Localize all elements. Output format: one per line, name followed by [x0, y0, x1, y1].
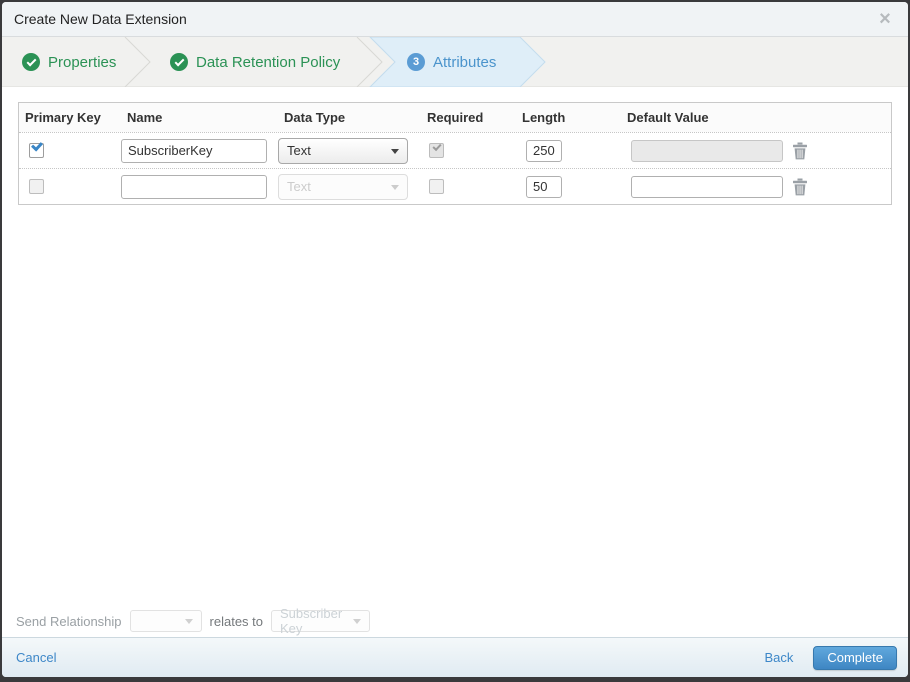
- header-required: Required: [427, 110, 484, 125]
- chevron-down-icon: [184, 619, 193, 624]
- required-checkbox[interactable]: [429, 179, 444, 194]
- checkbox-check-icon: [432, 141, 442, 152]
- primary-key-checkbox[interactable]: [29, 139, 44, 158]
- chevron-down-icon: [391, 148, 399, 154]
- data-type-select: Text: [278, 173, 408, 200]
- attributes-table-header: Primary Key Name Data Type Required Leng…: [19, 103, 891, 132]
- name-input[interactable]: [121, 174, 267, 199]
- step-number: 3: [412, 56, 420, 68]
- step-complete-check-icon: [170, 53, 188, 71]
- header-actions: [786, 103, 891, 132]
- close-icon[interactable]: ×: [874, 8, 896, 30]
- relates-to-field-select: Subscriber Key: [271, 606, 371, 636]
- dialog-titlebar: Create New Data Extension ×: [2, 2, 908, 37]
- relates-to-field-value: Subscriber Key: [280, 606, 343, 636]
- complete-button[interactable]: Complete: [813, 645, 897, 670]
- header-name: Name: [127, 110, 163, 125]
- step-label: Properties: [48, 53, 117, 71]
- back-link[interactable]: Back: [764, 650, 793, 665]
- name-input[interactable]: [121, 138, 267, 163]
- step-label: Attributes: [433, 53, 497, 71]
- attribute-row-1: Text: [19, 132, 891, 168]
- send-relationship-label: Send Relationship: [16, 613, 122, 629]
- delete-row-trash-icon[interactable]: [792, 178, 808, 196]
- step-data-retention-policy[interactable]: Data Retention Policy: [170, 37, 340, 87]
- chevron-down-icon: [353, 619, 362, 624]
- data-type-value: Text: [287, 179, 311, 194]
- header-data-type: Data Type: [284, 110, 346, 125]
- checkbox-check-icon: [31, 139, 43, 152]
- required-checkbox: [429, 141, 444, 158]
- step-properties[interactable]: Properties: [22, 37, 116, 87]
- default-value-input[interactable]: [631, 175, 783, 198]
- header-length: Length: [522, 110, 566, 125]
- relates-to-label: relates to: [209, 613, 264, 629]
- primary-key-checkbox[interactable]: [29, 179, 44, 194]
- send-relationship-row: Send Relationship relates to Subscriber …: [2, 605, 908, 637]
- wizard-steps-bar: Properties Data Retention Policy 3 Attri…: [2, 37, 908, 87]
- chevron-down-icon: [391, 184, 399, 190]
- dialog-footer: Cancel Back Complete: [2, 637, 908, 677]
- header-default-value: Default Value: [627, 110, 709, 125]
- step-number-badge: 3: [407, 53, 425, 71]
- step-label: Data Retention Policy: [196, 53, 341, 71]
- data-type-value: Text: [287, 143, 311, 158]
- length-input[interactable]: [526, 139, 562, 162]
- header-primary-key: Primary Key: [25, 110, 101, 125]
- send-relationship-select: [129, 610, 202, 632]
- create-data-extension-dialog: Create New Data Extension × Properties D…: [2, 2, 908, 677]
- default-value-input: [631, 139, 783, 162]
- step-attributes[interactable]: 3 Attributes: [407, 37, 496, 87]
- step-complete-check-icon: [22, 53, 40, 71]
- attributes-table: Primary Key Name Data Type Required Leng…: [18, 102, 892, 205]
- delete-row-trash-icon[interactable]: [792, 142, 808, 160]
- length-input[interactable]: [526, 175, 562, 198]
- dialog-title: Create New Data Extension: [14, 11, 187, 27]
- attribute-row-2: Text: [19, 168, 891, 204]
- cancel-link[interactable]: Cancel: [16, 650, 56, 665]
- data-type-select[interactable]: Text: [278, 137, 408, 164]
